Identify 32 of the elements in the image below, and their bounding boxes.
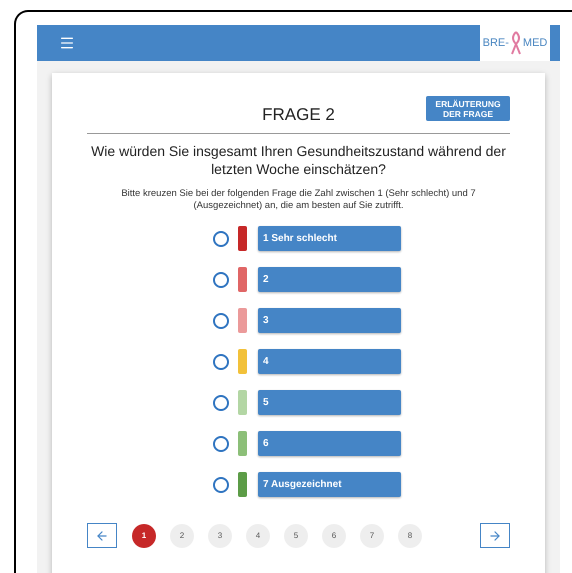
page-indicator[interactable]: 3 [208, 524, 232, 548]
page-indicator[interactable]: 5 [284, 524, 308, 548]
answer-option[interactable]: 2 [258, 267, 401, 292]
explanation-button[interactable]: ERLÄUTERUNG DER FRAGE [426, 96, 510, 121]
menu-icon[interactable] [59, 35, 75, 51]
answer-option[interactable]: 1 Sehr schlecht [258, 226, 401, 251]
answer-option[interactable]: 4 [258, 349, 401, 374]
radio-button[interactable] [213, 394, 229, 410]
page-indicator[interactable]: 7 [360, 524, 384, 548]
page-indicator[interactable]: 6 [322, 524, 346, 548]
logo-text: BRE- [482, 36, 509, 51]
radio-button[interactable] [213, 476, 229, 492]
radio-button[interactable] [213, 272, 229, 288]
question-text: Wie würden Sie insgesamt Ihren Gesundheitszustand während der letzten Woche einschätzen? [90, 142, 507, 178]
ribbon-icon [510, 30, 522, 56]
radio-button[interactable] [213, 436, 229, 452]
logo-text: MED [522, 36, 548, 51]
answer-option[interactable]: 3 [258, 308, 401, 333]
page-indicator[interactable]: 1 [132, 524, 156, 548]
page-indicator[interactable]: 2 [170, 524, 194, 548]
answer-option[interactable]: 7 Ausgezeichnet [258, 472, 401, 497]
instruction-text: Bitte kreuzen Sie bei der folgenden Frage die Zahl zwischen 1 (Sehr schlecht) und 7 (Ausgezeichnet) an, die am besten auf Sie zutrifft. [120, 188, 477, 212]
page-indicator[interactable]: 8 [398, 524, 422, 548]
radio-button[interactable] [213, 312, 229, 328]
radio-button[interactable] [213, 230, 229, 246]
answer-option[interactable]: 6 [258, 431, 401, 456]
answer-option[interactable]: 5 [258, 390, 401, 415]
question-title: FRAGE 2 [262, 104, 335, 126]
previous-button[interactable] [87, 523, 117, 548]
next-button[interactable] [480, 523, 510, 548]
page-indicator[interactable]: 4 [246, 524, 270, 548]
radio-button[interactable] [213, 354, 229, 370]
